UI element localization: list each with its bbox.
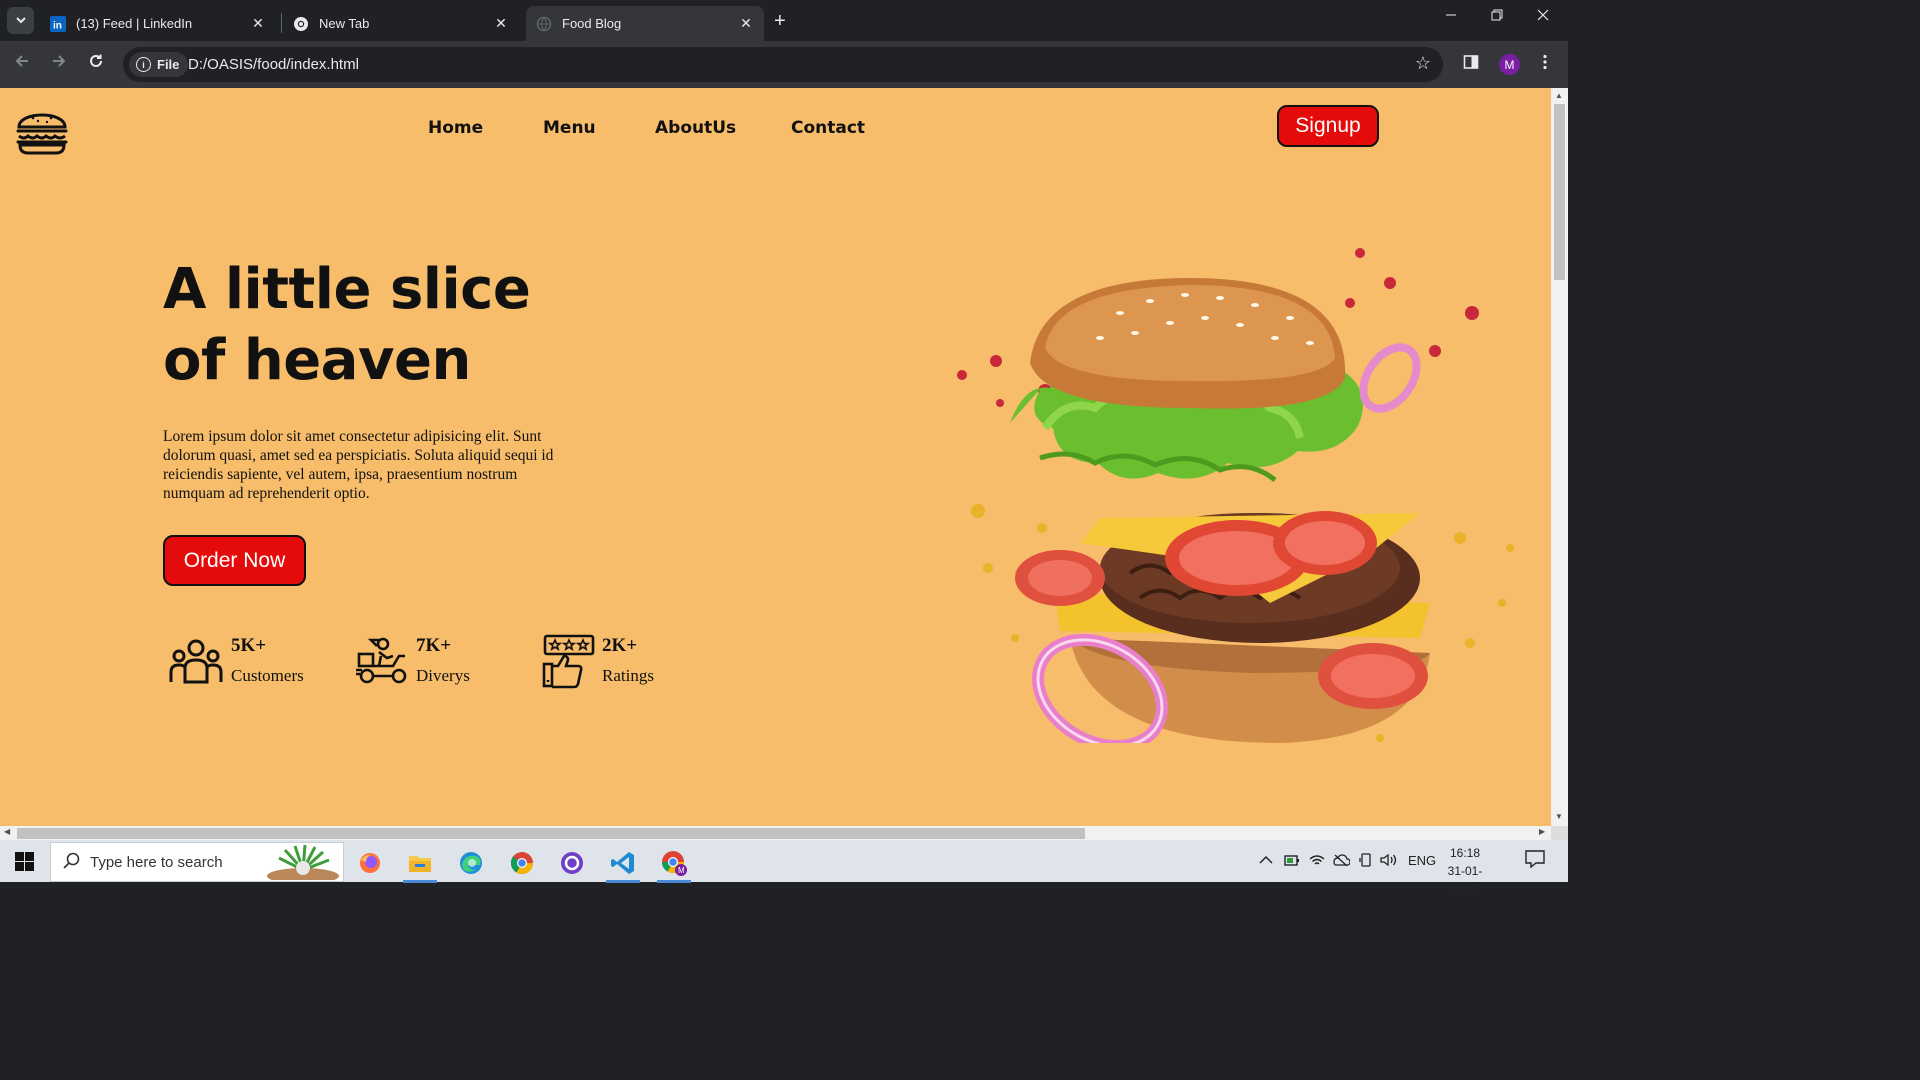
vscode-icon[interactable] <box>602 846 644 883</box>
browser-tab-strip: in (13) Feed | LinkedIn ✕ New Tab ✕ Food… <box>0 0 1568 41</box>
restore-icon[interactable] <box>1474 8 1520 24</box>
hero-title-line-2: of heaven <box>163 328 471 393</box>
rating-thumbs-up-icon <box>541 634 597 690</box>
browser-toolbar: i File D:/OASIS/food/index.html ☆ M <box>0 41 1568 88</box>
horizontal-scrollbar[interactable]: ◀ ▶ <box>0 826 1551 840</box>
nav-menu[interactable]: Menu <box>543 118 596 138</box>
minimize-icon[interactable] <box>1428 8 1474 24</box>
active-app-indicator <box>403 880 437 883</box>
vertical-scrollbar[interactable]: ▲ ▼ <box>1551 88 1568 826</box>
delivery-scooter-icon <box>355 634 411 690</box>
tab-new-tab[interactable]: New Tab ✕ <box>283 6 519 41</box>
search-highlight-illustration-icon <box>267 844 339 880</box>
onedrive-icon[interactable] <box>1332 853 1351 870</box>
scroll-left-icon[interactable]: ◀ <box>4 827 10 836</box>
scroll-right-icon[interactable]: ▶ <box>1539 827 1545 836</box>
scroll-down-icon[interactable]: ▼ <box>1555 812 1563 821</box>
scroll-up-icon[interactable]: ▲ <box>1555 91 1563 100</box>
tab-linkedin[interactable]: in (13) Feed | LinkedIn ✕ <box>40 6 276 41</box>
github-desktop-icon[interactable] <box>551 846 593 880</box>
language-indicator[interactable]: ENG <box>1408 853 1436 868</box>
clock-time: 16:18 <box>1449 846 1481 860</box>
hero-title-line-1: A little slice <box>163 257 531 322</box>
svg-text:M: M <box>678 866 685 875</box>
linkedin-icon: in <box>50 15 66 32</box>
tab-food-blog[interactable]: Food Blog ✕ <box>526 6 764 41</box>
file-chip-label: File <box>157 57 180 72</box>
wifi-icon[interactable] <box>1309 853 1325 870</box>
tab-divider <box>281 13 282 33</box>
chrome-profile-icon[interactable]: M <box>653 846 695 883</box>
vertical-scroll-thumb[interactable] <box>1554 104 1565 280</box>
reload-icon[interactable] <box>84 53 108 74</box>
nav-contact[interactable]: Contact <box>791 118 865 138</box>
system-clock[interactable]: 16:18 31-01-2024 <box>1440 844 1490 898</box>
nav-home[interactable]: Home <box>428 118 483 138</box>
window-close-icon[interactable] <box>1520 8 1566 24</box>
tab-title: Food Blog <box>562 16 622 31</box>
stat-label: Customers <box>231 666 304 685</box>
burger-logo-icon[interactable] <box>15 103 69 162</box>
clock-date: 31-01-2024 <box>1447 864 1483 896</box>
hero-description: Lorem ipsum dolor sit amet consectetur a… <box>163 428 554 502</box>
close-icon[interactable]: ✕ <box>489 15 513 32</box>
close-icon[interactable]: ✕ <box>246 15 270 32</box>
taskbar-search-box[interactable]: Type here to search <box>50 842 344 882</box>
new-tab-button[interactable]: + <box>774 10 786 33</box>
edge-icon[interactable] <box>450 846 492 880</box>
search-icon <box>63 852 81 875</box>
tab-search-button[interactable] <box>7 7 34 34</box>
kebab-menu-icon[interactable] <box>1542 54 1548 75</box>
svg-text:in: in <box>53 20 62 31</box>
windows-taskbar: Type here to search M ENG 16:18 31-01-20… <box>0 840 1568 896</box>
file-explorer-icon[interactable] <box>399 846 441 883</box>
stat-label: Diverys <box>416 666 470 685</box>
site-info-chip[interactable]: i File <box>129 52 189 77</box>
stat-value: 2K+ <box>602 635 638 656</box>
address-bar[interactable]: i File D:/OASIS/food/index.html ☆ <box>123 47 1443 82</box>
chrome-icon[interactable] <box>501 846 543 880</box>
bookmark-star-icon[interactable]: ☆ <box>1415 53 1431 74</box>
people-icon <box>168 634 224 690</box>
horizontal-scroll-thumb[interactable] <box>17 828 1085 839</box>
chevron-down-icon <box>15 17 26 24</box>
active-app-indicator <box>606 880 640 883</box>
close-icon[interactable]: ✕ <box>734 15 758 32</box>
phone-link-icon[interactable] <box>1359 853 1373 870</box>
stat-value: 7K+ <box>416 635 452 656</box>
battery-icon[interactable] <box>1284 853 1300 870</box>
firefox-icon[interactable] <box>349 846 391 880</box>
profile-avatar[interactable]: M <box>1499 54 1520 75</box>
signup-button[interactable]: Signup <box>1277 105 1379 147</box>
page-viewport: Home Menu AboutUs Contact Signup A littl… <box>0 88 1551 826</box>
nav-about-us[interactable]: AboutUs <box>655 118 736 138</box>
forward-arrow-icon[interactable] <box>47 53 71 74</box>
tab-title: New Tab <box>319 16 370 31</box>
url-text[interactable]: D:/OASIS/food/index.html <box>188 56 359 73</box>
tab-title: (13) Feed | LinkedIn <box>76 16 193 31</box>
globe-icon <box>536 16 552 32</box>
chevron-up-icon[interactable] <box>1259 853 1273 868</box>
notification-icon[interactable] <box>1525 850 1545 873</box>
active-app-indicator <box>657 880 691 883</box>
side-panel-icon[interactable] <box>1463 54 1479 75</box>
back-arrow-icon[interactable] <box>10 53 34 74</box>
burger-hero-image <box>950 183 1520 753</box>
stat-label: Ratings <box>602 666 654 685</box>
hero-title: A little slice of heaven <box>163 254 683 396</box>
volume-icon[interactable] <box>1380 853 1398 870</box>
windows-start-icon[interactable] <box>15 852 34 876</box>
order-now-button[interactable]: Order Now <box>163 535 306 586</box>
info-icon: i <box>136 57 151 72</box>
search-placeholder: Type here to search <box>90 854 223 871</box>
scrollbar-corner <box>1551 826 1568 840</box>
chrome-icon <box>293 16 309 32</box>
stat-value: 5K+ <box>231 635 267 656</box>
